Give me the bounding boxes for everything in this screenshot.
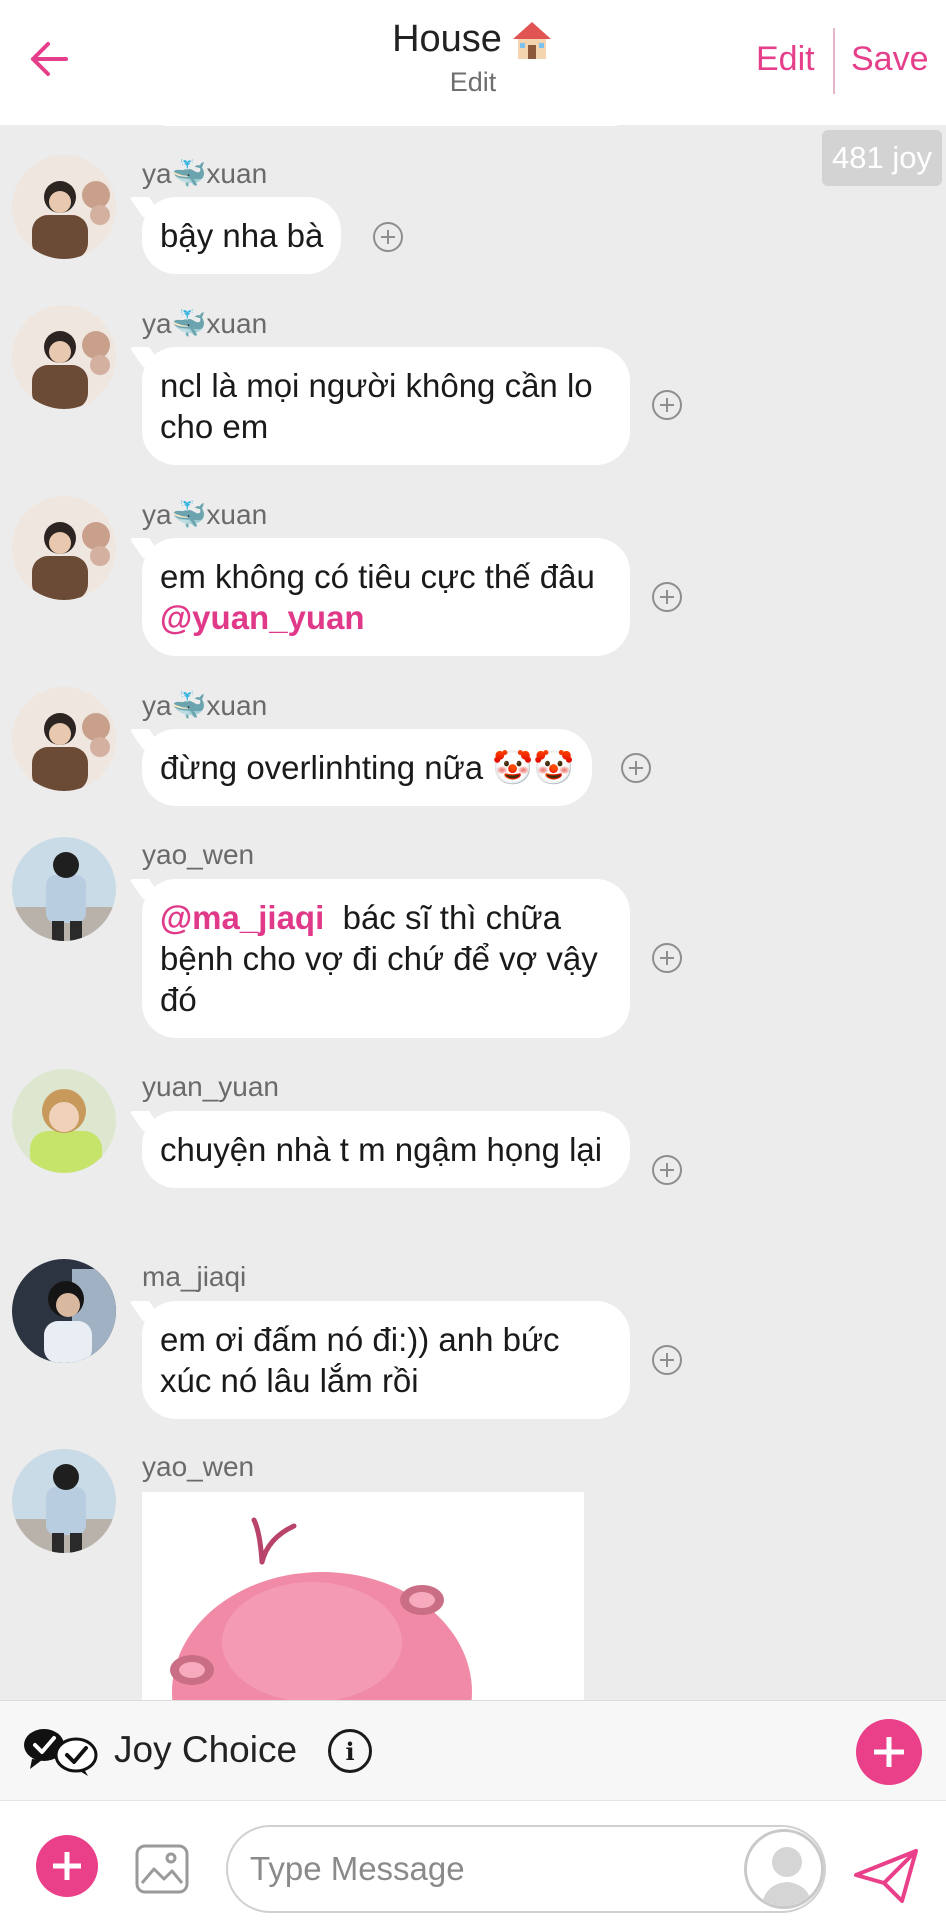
add-reaction-icon[interactable] bbox=[652, 1155, 682, 1185]
message-bubble[interactable]: đừng overlinhting nữa 🤡🤡 bbox=[142, 729, 593, 806]
add-reaction-icon[interactable] bbox=[621, 753, 651, 783]
chat-title-text: House bbox=[392, 18, 502, 60]
edit-button[interactable]: Edit bbox=[756, 40, 815, 79]
username: ya🐳xuan bbox=[142, 308, 268, 339]
pink-creature-sticker bbox=[142, 1492, 584, 1700]
joy-count-badge: 481 joy bbox=[822, 130, 942, 186]
message-composer bbox=[0, 1800, 946, 1920]
add-reaction-icon[interactable] bbox=[652, 390, 682, 420]
info-icon[interactable]: i bbox=[328, 1729, 372, 1773]
add-reaction-icon[interactable] bbox=[652, 943, 682, 973]
avatar[interactable] bbox=[12, 305, 116, 409]
header-divider bbox=[833, 28, 835, 94]
message-bubble[interactable]: @ma_jiaqi bác sĩ thì chữa bệnh cho vợ đi… bbox=[142, 879, 630, 1038]
mention-link[interactable]: @ma_jiaqi bbox=[160, 899, 324, 936]
persona-avatar-icon[interactable] bbox=[744, 1829, 824, 1909]
message-text: bậy nha bà bbox=[160, 217, 324, 254]
message-text: ncl là mọi người không cần lo cho em bbox=[160, 367, 593, 445]
message-bubble[interactable]: ncl là mọi người không cần lo cho em bbox=[142, 347, 630, 465]
avatar[interactable] bbox=[12, 837, 116, 941]
joy-choice-bar: Joy Choice i bbox=[0, 1700, 946, 1800]
username: ma_jiaqi bbox=[142, 1261, 247, 1292]
house-emoji-icon bbox=[512, 21, 551, 59]
avatar[interactable] bbox=[12, 1449, 116, 1553]
username: ya🐳xuan bbox=[142, 158, 268, 189]
message-text: đừng overlinhting nữa 🤡🤡 bbox=[160, 749, 575, 786]
add-reaction-icon[interactable] bbox=[652, 1345, 682, 1375]
top-bar: House Edit Edit Save bbox=[0, 0, 946, 125]
save-button[interactable]: Save bbox=[851, 40, 929, 79]
message-bubble[interactable]: em ơi đấm nó đi:)) anh bức xúc nó lâu lắ… bbox=[142, 1301, 630, 1419]
message-input[interactable] bbox=[226, 1825, 826, 1913]
image-gallery-icon[interactable] bbox=[134, 1843, 190, 1895]
image-message[interactable] bbox=[142, 1492, 584, 1700]
username: ya🐳xuan bbox=[142, 690, 268, 721]
avatar[interactable] bbox=[12, 1069, 116, 1173]
avatar[interactable] bbox=[12, 155, 116, 259]
username: ya🐳xuan bbox=[142, 499, 268, 530]
message-bubble[interactable]: bậy nha bà bbox=[142, 197, 342, 274]
message-text: em ơi đấm nó đi:)) anh bức xúc nó lâu lắ… bbox=[160, 1321, 560, 1399]
joy-choice-label[interactable]: Joy Choice bbox=[114, 1729, 297, 1771]
chat-title[interactable]: House bbox=[392, 18, 554, 61]
username: yao_wen bbox=[142, 839, 255, 870]
username: yao_wen bbox=[142, 1451, 255, 1482]
message-text: chuyện nhà t m ngậm họng lại bbox=[160, 1131, 603, 1168]
avatar[interactable] bbox=[12, 687, 116, 791]
add-reaction-icon[interactable] bbox=[652, 582, 682, 612]
add-reaction-icon[interactable] bbox=[373, 222, 403, 252]
avatar[interactable] bbox=[12, 496, 116, 600]
send-icon[interactable] bbox=[852, 1847, 920, 1905]
message-text: em không có tiêu cực thế đâu bbox=[160, 558, 595, 595]
previous-message-bubble-edge bbox=[150, 110, 630, 126]
username: yuan_yuan bbox=[142, 1071, 280, 1102]
joy-add-button[interactable] bbox=[856, 1719, 922, 1785]
avatar[interactable] bbox=[12, 1259, 116, 1363]
attach-plus-button[interactable] bbox=[36, 1835, 98, 1897]
message-bubble[interactable]: em không có tiêu cực thế đâu @yuan_yuan bbox=[142, 538, 630, 656]
mention-link[interactable]: @yuan_yuan bbox=[160, 597, 612, 638]
message-bubble[interactable]: chuyện nhà t m ngậm họng lại bbox=[142, 1111, 630, 1188]
chat-check-icon bbox=[24, 1729, 98, 1776]
